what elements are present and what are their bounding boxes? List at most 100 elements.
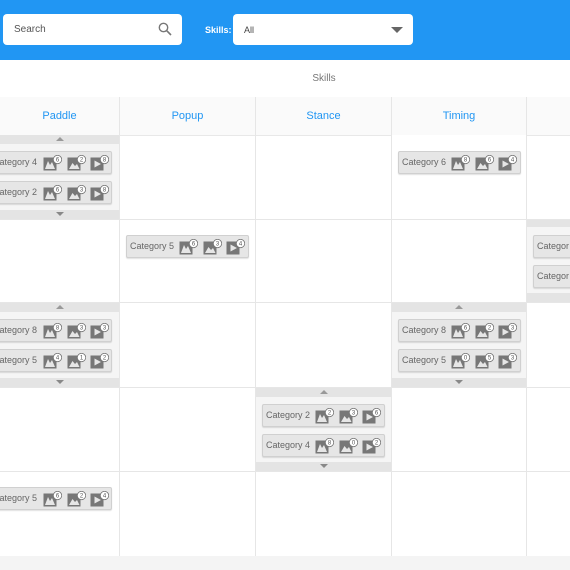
chevron-down-icon	[319, 464, 328, 468]
video-icon[interactable]: 6	[362, 408, 381, 424]
image-icon[interactable]: 3	[67, 323, 86, 339]
category-label: Categor	[537, 241, 570, 251]
matrix-cell	[0, 303, 119, 387]
column-header-popup[interactable]: Popup	[120, 97, 255, 135]
video-icon[interactable]: 4	[90, 491, 109, 507]
image-icon[interactable]: 3	[67, 185, 86, 201]
scroll-down-bar[interactable]	[527, 293, 570, 302]
matrix-cell	[392, 135, 526, 219]
page-bottom-margin	[0, 556, 570, 570]
search-placeholder: Search	[14, 24, 46, 35]
image-icon[interactable]: 2	[67, 491, 86, 507]
category-chip[interactable]: Category 4 8 0 2	[262, 434, 385, 457]
matrix-cell	[120, 220, 255, 302]
column-header-stance[interactable]: Stance	[256, 97, 391, 135]
video-icon[interactable]: 3	[498, 353, 517, 369]
video-icon[interactable]: 8	[90, 185, 109, 201]
scroll-up-bar[interactable]	[0, 303, 119, 312]
category-chip[interactable]: Category 8 6 2 3	[398, 319, 521, 342]
scroll-down-bar[interactable]	[392, 378, 526, 387]
category-label: Category 8	[0, 325, 38, 335]
chevron-down-icon	[455, 380, 463, 384]
column-header-timing[interactable]: Timing	[392, 97, 526, 135]
category-label: Category 6	[402, 157, 447, 167]
category-label: Category 4	[266, 440, 311, 450]
chevron-up-icon	[455, 305, 463, 309]
scroll-up-bar[interactable]	[527, 220, 570, 227]
category-chip[interactable]: Categor	[533, 265, 570, 288]
scroll-up-bar[interactable]	[392, 303, 526, 312]
pdf-icon[interactable]: 0	[451, 353, 470, 369]
chevron-down-icon	[55, 212, 64, 216]
column-divider	[526, 97, 527, 556]
video-icon[interactable]: 8	[90, 155, 109, 171]
category-label: Categor	[537, 271, 570, 281]
scroll-down-bar[interactable]	[0, 210, 119, 219]
image-icon[interactable]: 3	[203, 239, 222, 255]
chevron-down-icon	[55, 380, 64, 384]
pdf-icon[interactable]: 8	[451, 155, 470, 171]
matrix-cell	[256, 388, 391, 471]
category-chip[interactable]: Categor	[533, 235, 570, 258]
category-label: Category 5	[0, 493, 38, 503]
category-chip[interactable]: Category 5 6 2 4	[0, 487, 112, 510]
category-chip[interactable]: Category 2 2 3 6	[262, 404, 385, 427]
image-icon[interactable]: 6	[475, 155, 494, 171]
category-chip[interactable]: Category 6 8 6 4	[398, 151, 521, 174]
video-icon[interactable]: 4	[226, 239, 245, 255]
category-chip[interactable]: Category 4 6 2 8	[0, 151, 112, 174]
pdf-icon[interactable]: 6	[43, 491, 62, 507]
category-label: Category 5	[0, 355, 38, 365]
skills-filter-label: Skills:	[205, 25, 232, 35]
pdf-icon[interactable]: 8	[315, 438, 334, 454]
pdf-icon[interactable]: 6	[43, 185, 62, 201]
pdf-icon[interactable]: 6	[179, 239, 198, 255]
scroll-up-bar[interactable]	[0, 135, 119, 144]
pdf-icon[interactable]: 6	[451, 323, 470, 339]
image-icon[interactable]: 3	[339, 408, 358, 424]
category-chip[interactable]: Category 5 0 5 3	[398, 349, 521, 372]
chevron-up-icon	[55, 305, 64, 309]
category-label: Category 2	[266, 410, 311, 420]
search-field[interactable]: Search	[3, 14, 182, 45]
category-chip[interactable]: Category 5 4 1 2	[0, 349, 112, 372]
category-chip[interactable]: Category 5 6 3 4	[126, 235, 249, 258]
matrix-cell	[0, 472, 119, 556]
matrix-cell	[0, 135, 119, 219]
category-chip[interactable]: Category 2 6 3 8	[0, 181, 112, 204]
top-app-bar: Search Skills: All	[0, 0, 570, 60]
category-label: Category 4	[0, 157, 38, 167]
column-header-row: Paddle Popup Stance Timing	[0, 97, 570, 136]
scroll-up-bar[interactable]	[256, 388, 391, 397]
category-chip[interactable]: Category 8 8 3 3	[0, 319, 112, 342]
pdf-icon[interactable]: 8	[43, 323, 62, 339]
pdf-icon[interactable]: 2	[315, 408, 334, 424]
category-label: Category 2	[0, 187, 38, 197]
video-icon[interactable]: 4	[498, 155, 517, 171]
column-divider	[119, 97, 120, 556]
image-icon[interactable]: 0	[339, 438, 358, 454]
category-label: Category 5	[130, 241, 175, 251]
pdf-icon[interactable]: 4	[43, 353, 62, 369]
video-icon[interactable]: 2	[362, 438, 381, 454]
category-label: Category 8	[402, 325, 447, 335]
image-icon[interactable]: 2	[475, 323, 494, 339]
column-divider	[255, 97, 256, 556]
image-icon[interactable]: 2	[67, 155, 86, 171]
column-header-paddle[interactable]: Paddle	[0, 97, 119, 135]
skills-select[interactable]: All	[233, 14, 413, 45]
video-icon[interactable]: 3	[90, 323, 109, 339]
image-icon[interactable]: 1	[67, 353, 86, 369]
chevron-up-icon	[55, 137, 64, 141]
row-divider	[0, 219, 570, 220]
video-icon[interactable]: 3	[498, 323, 517, 339]
image-icon[interactable]: 5	[475, 353, 494, 369]
category-label: Category 5	[402, 355, 447, 365]
pdf-icon[interactable]: 6	[43, 155, 62, 171]
matrix-title: Skills	[312, 73, 336, 84]
scroll-down-bar[interactable]	[0, 378, 119, 387]
video-icon[interactable]: 2	[90, 353, 109, 369]
search-icon[interactable]	[158, 22, 172, 36]
matrix-cell	[392, 303, 526, 387]
scroll-down-bar[interactable]	[256, 462, 391, 471]
